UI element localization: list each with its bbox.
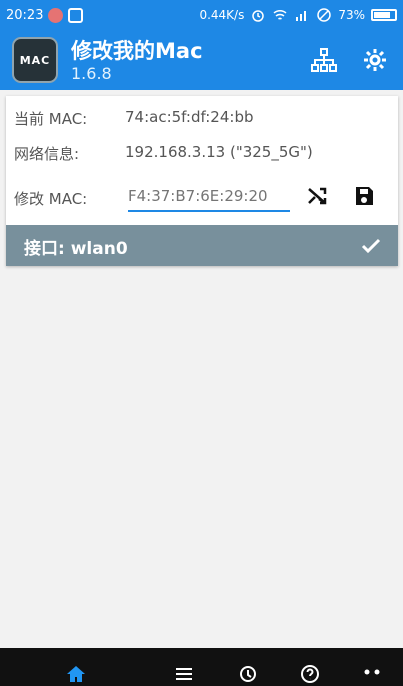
signal-icon: [294, 7, 310, 23]
battery-percent: 73%: [338, 8, 365, 22]
save-icon[interactable]: [351, 183, 377, 209]
mac-info-card: 当前 MAC: 74:ac:5f:df:24:bb 网络信息: 192.168.…: [6, 96, 398, 266]
status-right: 0.44K/s 73%: [199, 7, 397, 23]
settings-icon[interactable]: [361, 46, 389, 74]
network-info-label: 网络信息:: [14, 145, 80, 163]
more-icon[interactable]: [360, 664, 384, 684]
interface-bar: 接口: wlan0: [6, 225, 398, 266]
network-speed: 0.44K/s: [199, 8, 245, 22]
status-time: 20:23: [6, 7, 44, 23]
dnd-icon: [316, 7, 332, 23]
list-icon[interactable]: [172, 664, 196, 684]
app-logo: MAC: [12, 37, 58, 83]
shuffle-icon[interactable]: [304, 183, 330, 209]
home-icon[interactable]: [64, 664, 88, 684]
alarm-icon: [250, 7, 266, 23]
help-icon[interactable]: [298, 664, 322, 684]
notification-icon: [48, 7, 64, 23]
network-info-value: 192.168.3.13 ("325_5G"): [125, 143, 313, 161]
battery-icon: [371, 9, 397, 21]
app-notification-icon: [68, 7, 84, 23]
mac-input[interactable]: [128, 182, 290, 212]
current-mac-label: 当前 MAC:: [14, 110, 88, 128]
history-icon[interactable]: [236, 664, 260, 684]
network-icon[interactable]: [310, 46, 338, 74]
wifi-icon: [272, 7, 288, 23]
bottom-navigation: [0, 648, 403, 686]
app-title: 修改我的Mac: [71, 39, 203, 63]
check-icon[interactable]: [359, 234, 383, 262]
status-left: 20:23: [6, 7, 84, 23]
interface-label: 接口: wlan0: [24, 239, 128, 259]
modify-mac-label: 修改 MAC:: [14, 190, 88, 208]
current-mac-value: 74:ac:5f:df:24:bb: [125, 108, 254, 126]
app-version: 1.6.8: [71, 64, 112, 83]
status-bar: 20:23 0.44K/s 73%: [0, 0, 403, 30]
app-logo-text: MAC: [19, 53, 51, 67]
app-bar: MAC 修改我的Mac 1.6.8: [0, 30, 403, 90]
